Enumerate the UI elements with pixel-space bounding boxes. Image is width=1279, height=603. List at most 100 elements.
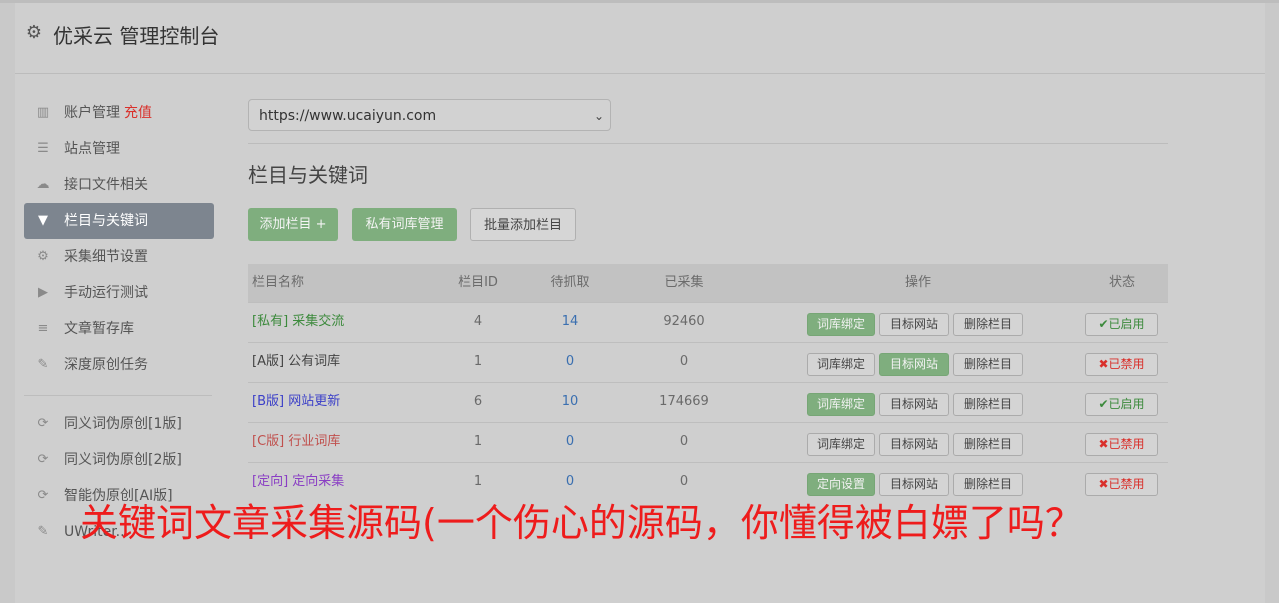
sidebar-item-article-store[interactable]: ≡ 文章暂存库 bbox=[24, 311, 214, 347]
site-select-value: https://www.ucaiyun.com bbox=[259, 108, 437, 124]
columns-table: 栏目名称 栏目ID 待抓取 已采集 操作 状态 [私有] 采集交流 4 14 9… bbox=[248, 264, 1168, 502]
bind-lib-button[interactable]: 词库绑定 bbox=[807, 393, 875, 416]
site-select[interactable]: https://www.ucaiyun.com ⌄ bbox=[248, 99, 611, 131]
sidebar: ▥ 账户管理 充值 ☰ 站点管理 ☁ 接口文件相关 ▼ 栏目与关键词 ⚙ 采集细节… bbox=[24, 95, 214, 550]
table-row: [私有] 采集交流 4 14 92460 词库绑定 目标网站 删除栏目 ✔已启用 bbox=[248, 302, 1168, 342]
recharge-link[interactable]: 充值 bbox=[124, 105, 152, 121]
sidebar-item-account[interactable]: ▥ 账户管理 充值 bbox=[24, 95, 214, 131]
collected-count: 92460 bbox=[663, 314, 705, 329]
app-header: ⚙ 优采云 管理控制台 bbox=[15, 3, 1265, 74]
refresh-icon: ⟳ bbox=[37, 488, 49, 503]
chevron-down-icon: ⌄ bbox=[593, 109, 604, 123]
status-label: 已禁用 bbox=[1108, 357, 1145, 371]
sidebar-item-label: 同义词伪原创[1版] bbox=[64, 416, 182, 432]
target-site-button[interactable]: 目标网站 bbox=[879, 353, 949, 376]
overlay-caption: 关键词文章采集源码(一个伤心的源码，你懂得被白嫖了吗？ bbox=[80, 501, 1083, 545]
status-label: 已启用 bbox=[1108, 397, 1145, 411]
sidebar-item-collect-settings[interactable]: ⚙ 采集细节设置 bbox=[24, 239, 214, 275]
bar-chart-icon: ▥ bbox=[36, 105, 50, 120]
column-name-link[interactable]: [C版] 行业词库 bbox=[252, 423, 340, 461]
refresh-icon: ⟳ bbox=[37, 416, 49, 431]
sidebar-item-synonym-v2[interactable]: ⟳ 同义词伪原创[2版] bbox=[24, 442, 214, 478]
target-site-button[interactable]: 目标网站 bbox=[879, 313, 949, 336]
delete-column-button[interactable]: 删除栏目 bbox=[953, 313, 1023, 336]
batch-add-button[interactable]: 批量添加栏目 bbox=[470, 208, 576, 241]
sidebar-item-label: 手动运行测试 bbox=[64, 285, 148, 301]
page-title: 栏目与关键词 bbox=[248, 163, 368, 187]
pending-count[interactable]: 0 bbox=[530, 463, 610, 501]
column-name-link[interactable]: [定向] 定向采集 bbox=[252, 463, 344, 501]
sidebar-item-columns-keywords[interactable]: ▼ 栏目与关键词 bbox=[24, 203, 214, 239]
column-id: 1 bbox=[473, 474, 483, 489]
status-label: 已禁用 bbox=[1108, 477, 1145, 491]
sidebar-item-interface-files[interactable]: ☁ 接口文件相关 bbox=[24, 167, 214, 203]
sidebar-item-label: 深度原创任务 bbox=[64, 357, 148, 373]
table-row: [B版] 网站更新 6 10 174669 词库绑定 目标网站 删除栏目 ✔已启… bbox=[248, 382, 1168, 422]
check-icon: ✔ bbox=[1098, 397, 1109, 411]
column-id: 6 bbox=[473, 394, 483, 409]
private-lib-button[interactable]: 私有词库管理 bbox=[352, 208, 457, 241]
column-id: 1 bbox=[473, 434, 483, 449]
pending-count[interactable]: 10 bbox=[530, 383, 610, 421]
sidebar-item-synonym-v1[interactable]: ⟳ 同义词伪原创[1版] bbox=[24, 406, 214, 442]
bind-lib-button[interactable]: 词库绑定 bbox=[807, 353, 875, 376]
cogs-icon: ⚙ bbox=[37, 249, 49, 264]
close-icon: ✖ bbox=[1098, 357, 1109, 371]
close-icon: ✖ bbox=[1098, 477, 1109, 491]
header-id: 栏目ID bbox=[458, 275, 498, 290]
sidebar-item-label: 同义词伪原创[2版] bbox=[64, 452, 182, 468]
edit-icon: ✎ bbox=[37, 357, 49, 372]
sidebar-item-deep-original[interactable]: ✎ 深度原创任务 bbox=[24, 347, 214, 383]
sidebar-divider bbox=[24, 395, 212, 396]
status-toggle[interactable]: ✔已启用 bbox=[1085, 393, 1158, 416]
close-icon: ✖ bbox=[1098, 437, 1109, 451]
sidebar-item-manual-run[interactable]: ▶ 手动运行测试 bbox=[24, 275, 214, 311]
collected-count: 174669 bbox=[659, 394, 709, 409]
sidebar-item-label: 站点管理 bbox=[64, 141, 120, 157]
pending-count[interactable]: 0 bbox=[530, 343, 610, 381]
target-site-button[interactable]: 目标网站 bbox=[879, 473, 949, 496]
column-id: 4 bbox=[473, 314, 483, 329]
pending-count[interactable]: 14 bbox=[530, 303, 610, 341]
divider bbox=[248, 143, 1168, 144]
play-circle-icon: ▶ bbox=[38, 285, 48, 300]
sidebar-item-sites[interactable]: ☰ 站点管理 bbox=[24, 131, 214, 167]
table-row: [定向] 定向采集 1 0 0 定向设置 目标网站 删除栏目 ✖已禁用 bbox=[248, 462, 1168, 502]
delete-column-button[interactable]: 删除栏目 bbox=[953, 353, 1023, 376]
gear-icon: ⚙ bbox=[25, 22, 43, 43]
bind-lib-button[interactable]: 词库绑定 bbox=[807, 313, 875, 336]
pending-count[interactable]: 0 bbox=[530, 423, 610, 461]
column-id: 1 bbox=[473, 354, 483, 369]
sidebar-item-label: 文章暂存库 bbox=[64, 321, 134, 337]
delete-column-button[interactable]: 删除栏目 bbox=[953, 433, 1023, 456]
status-toggle[interactable]: ✖已禁用 bbox=[1085, 353, 1158, 376]
sidebar-item-label: 栏目与关键词 bbox=[64, 213, 148, 229]
directed-settings-button[interactable]: 定向设置 bbox=[807, 473, 875, 496]
status-label: 已启用 bbox=[1108, 317, 1145, 331]
table-header: 栏目名称 栏目ID 待抓取 已采集 操作 状态 bbox=[248, 264, 1168, 302]
column-name-link[interactable]: [A版] 公有词库 bbox=[252, 343, 340, 381]
database-icon: ≡ bbox=[37, 321, 49, 336]
header-status: 状态 bbox=[1108, 275, 1135, 290]
target-site-button[interactable]: 目标网站 bbox=[879, 393, 949, 416]
sidebar-item-label: 采集细节设置 bbox=[64, 249, 148, 265]
sidebar-item-label: 账户管理 bbox=[64, 105, 120, 121]
cloud-upload-icon: ☁ bbox=[36, 177, 50, 192]
target-site-button[interactable]: 目标网站 bbox=[879, 433, 949, 456]
refresh-icon: ⟳ bbox=[37, 452, 49, 467]
delete-column-button[interactable]: 删除栏目 bbox=[953, 473, 1023, 496]
check-icon: ✔ bbox=[1098, 317, 1109, 331]
column-name-link[interactable]: [私有] 采集交流 bbox=[252, 303, 344, 341]
status-toggle[interactable]: ✖已禁用 bbox=[1085, 473, 1158, 496]
status-toggle[interactable]: ✖已禁用 bbox=[1085, 433, 1158, 456]
column-name-link[interactable]: [B版] 网站更新 bbox=[252, 383, 340, 421]
add-column-button[interactable]: 添加栏目 + bbox=[248, 208, 338, 241]
table-row: [A版] 公有词库 1 0 0 词库绑定 目标网站 删除栏目 ✖已禁用 bbox=[248, 342, 1168, 382]
server-icon: ☰ bbox=[37, 141, 49, 156]
bind-lib-button[interactable]: 词库绑定 bbox=[807, 433, 875, 456]
delete-column-button[interactable]: 删除栏目 bbox=[953, 393, 1023, 416]
sidebar-item-label: 接口文件相关 bbox=[64, 177, 148, 193]
header-pending: 待抓取 bbox=[550, 275, 590, 290]
header-collected: 已采集 bbox=[664, 275, 704, 290]
status-toggle[interactable]: ✔已启用 bbox=[1085, 313, 1158, 336]
